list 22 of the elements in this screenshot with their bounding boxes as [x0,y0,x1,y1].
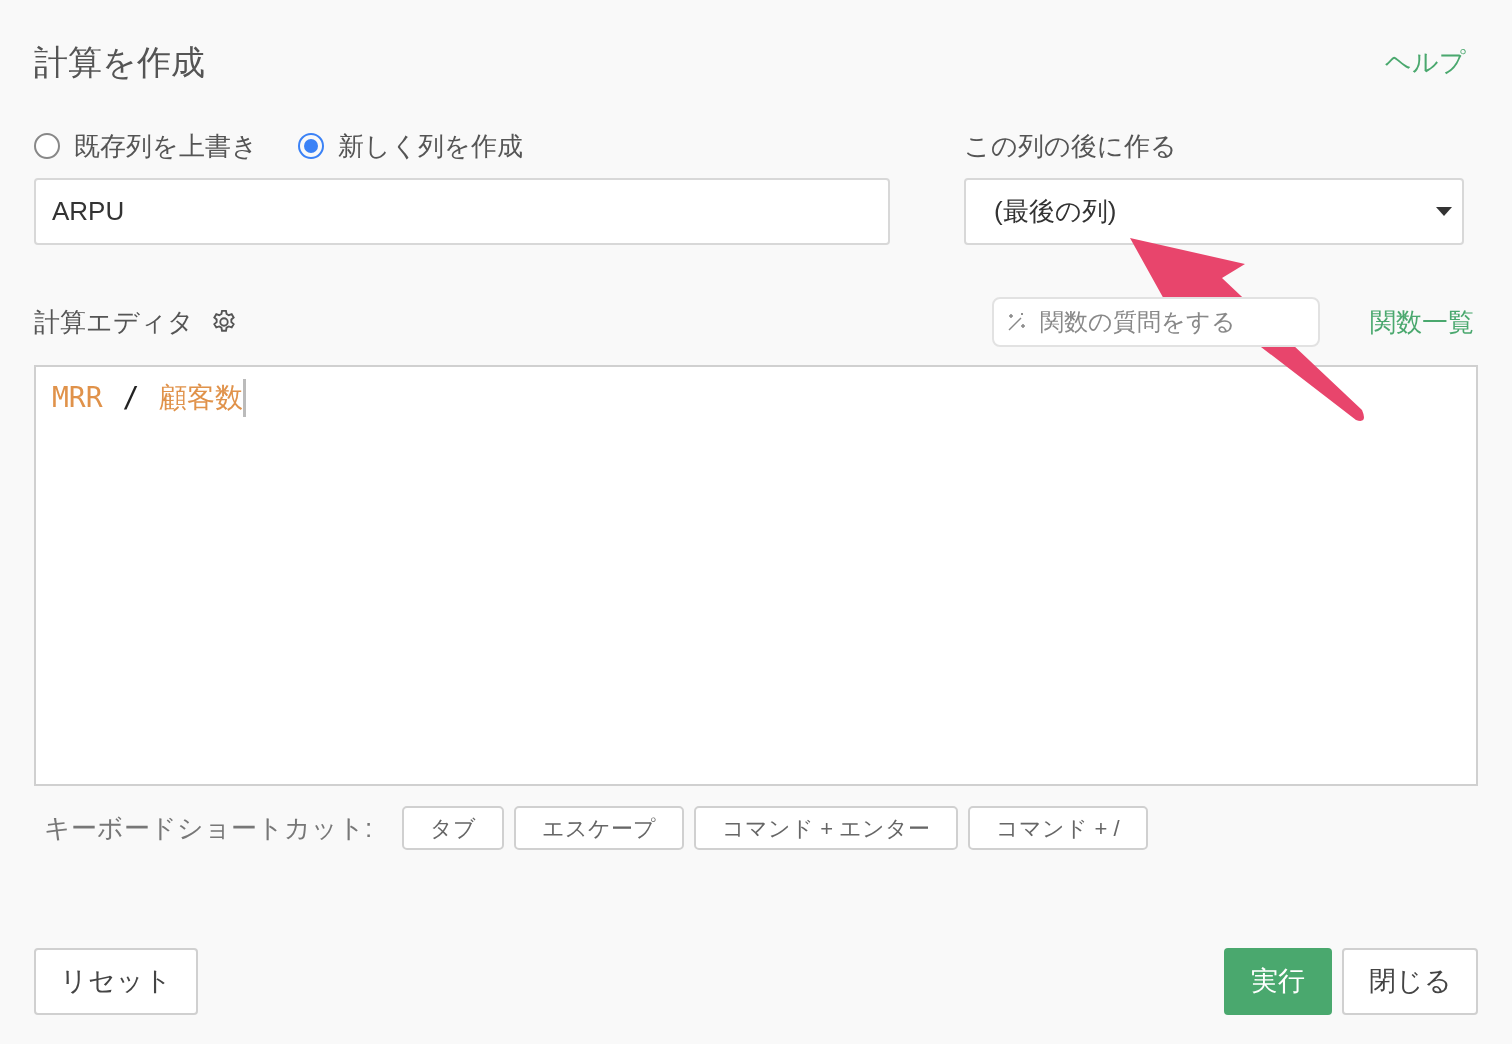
column-token: MRR [52,380,103,416]
operator-token: / [122,380,140,416]
radio-option[interactable]: 既存列を上書き [34,126,258,166]
shortcuts-label: キーボードショートカット: [44,811,373,845]
caret-icon [1436,207,1452,216]
shortcut-key: コマンド + エンター [694,806,959,850]
column-name-field[interactable]: ARPU [34,178,890,245]
formula-editor[interactable]: MRR / 顧客数 [34,365,1478,786]
editor-label: 計算エディタ [34,305,194,339]
reset-button[interactable]: リセット [34,948,198,1015]
shortcut-key: タブ [402,806,505,850]
shortcut-key: エスケープ [514,806,685,850]
column-token: 顧客数 [159,380,244,416]
position-dropdown[interactable]: (最後の列) [964,178,1464,245]
close-button[interactable]: 閉じる [1342,948,1478,1015]
text-cursor [243,379,247,417]
ask-function-field[interactable]: 関数の質問をする [992,297,1320,347]
magic-wand-icon [1006,311,1028,333]
position-label: この列の後に作る [964,129,1177,163]
radio-option[interactable]: 新しく列を作成 [298,126,523,166]
dialog-title: 計算を作成 [34,41,205,83]
shortcut-key: コマンド + / [968,806,1148,850]
